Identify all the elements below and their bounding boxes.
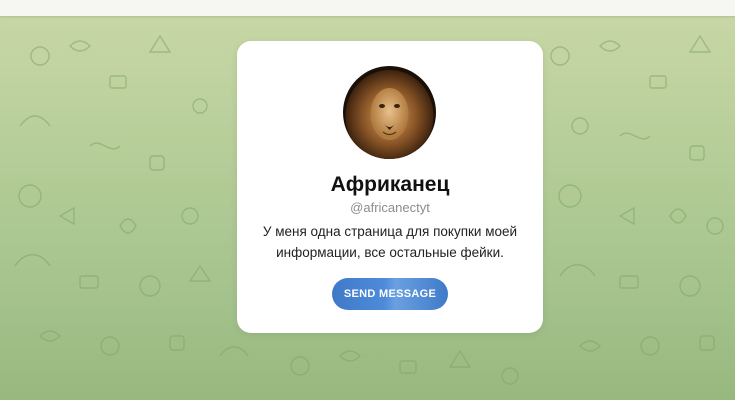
top-bar xyxy=(0,0,735,16)
profile-name: Африканец xyxy=(330,173,450,196)
profile-card: Африканец @africanectyt У меня одна стра… xyxy=(237,41,543,333)
send-message-button[interactable]: SEND MESSAGE xyxy=(332,278,448,310)
profile-username: @africanectyt xyxy=(350,200,430,215)
profile-bio: У меня одна страница для покупки моей ин… xyxy=(262,224,518,260)
lion-avatar-icon xyxy=(343,66,436,159)
